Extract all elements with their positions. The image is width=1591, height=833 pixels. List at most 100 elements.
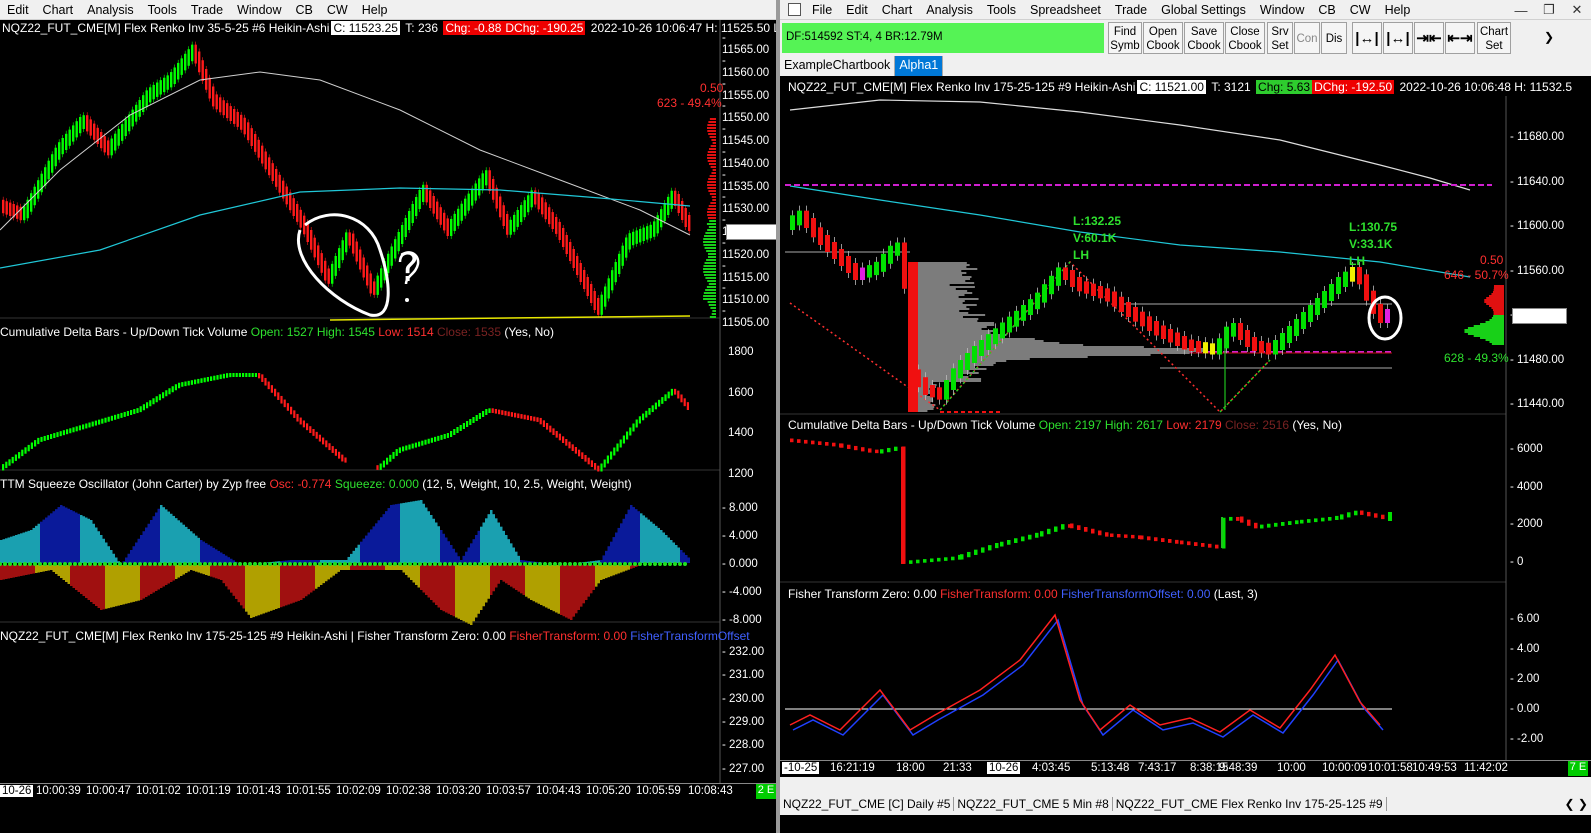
- delta-bar: [1117, 534, 1121, 537]
- time-tick-label: 10-26: [987, 762, 1020, 774]
- delta-bar: [95, 421, 97, 426]
- squeeze-histogram-bar: [660, 530, 663, 563]
- tabs-scroll-icon[interactable]: ❮ ❯: [1562, 797, 1591, 811]
- squeeze-dot: [288, 562, 292, 566]
- axis-tick-label: - 11560.00: [722, 55, 776, 79]
- axis-tick-label: - 11535.00: [722, 169, 776, 193]
- squeeze-dot: [223, 562, 227, 566]
- left-time-axis[interactable]: 10-26 10:00:39 10:00:47 10:01:02 10:01:19 10:…: [0, 783, 776, 800]
- delta-bar: [293, 410, 295, 418]
- squeeze-histogram-bar: [485, 518, 488, 563]
- time-tick-label: 18:00: [896, 762, 925, 774]
- squeeze-histogram-bar: [505, 565, 508, 583]
- squeeze-histogram-bar: [278, 565, 281, 608]
- squeeze-dot: [243, 562, 247, 566]
- delta-bar: [242, 373, 244, 377]
- renko-bar: [380, 268, 382, 287]
- delta-bar: [338, 452, 340, 459]
- volume-profile-bar: [710, 136, 716, 138]
- squeeze-dot: [73, 562, 77, 566]
- delta-bar: [133, 409, 135, 414]
- squeeze-histogram-bar: [530, 565, 533, 600]
- candle: [1000, 323, 1005, 339]
- volume-profile-bar: [908, 322, 994, 324]
- delta-bar: [1208, 544, 1212, 548]
- squeeze-histogram-bar: [78, 514, 81, 563]
- axis-tick-label: - 4.00: [1510, 643, 1539, 655]
- squeeze-histogram-bar: [100, 565, 103, 610]
- delta-bar: [402, 446, 404, 451]
- squeeze-histogram-bar: [410, 565, 413, 580]
- delta-bar: [655, 403, 657, 410]
- delta-bar: [674, 389, 676, 395]
- right-time-axis[interactable]: -10-25 16:21:19 18:00 21:33 10-26 4:03:45 5:13…: [780, 760, 1591, 777]
- squeeze-histogram-bar: [433, 565, 436, 603]
- tab-daily-chart[interactable]: NQZ22_FUT_CME [C] Daily #5: [780, 797, 954, 811]
- candle: [1189, 340, 1194, 352]
- squeeze-histogram-bar: [213, 565, 216, 578]
- volume-profile-bar: [708, 178, 716, 180]
- pct-annotation-half: 0.50: [700, 81, 723, 95]
- horizontal-scrollbar[interactable]: [780, 777, 1591, 793]
- squeeze-dot: [208, 562, 212, 566]
- volume-profile-bar: [705, 289, 716, 291]
- delta-opts: (Yes, No): [1292, 418, 1342, 432]
- axis-tick-label: - 6000: [1510, 443, 1543, 455]
- squeeze-histogram-bar: [210, 565, 213, 577]
- squeeze-histogram-bar: [318, 565, 321, 587]
- squeeze-dot: [3, 562, 7, 566]
- volume-profile-bar: [703, 244, 716, 246]
- squeeze-histogram-bar: [143, 531, 146, 563]
- squeeze-histogram-bar: [455, 553, 458, 564]
- squeeze-histogram-bar: [18, 534, 21, 563]
- squeeze-dot: [298, 562, 302, 566]
- squeeze-histogram-bar: [68, 565, 71, 584]
- squeeze-histogram-bar: [33, 528, 36, 563]
- tab-renko-chart[interactable]: NQZ22_FUT_CME Flex Renko Inv 175-25-125 …: [1113, 797, 1387, 811]
- candle: [888, 246, 893, 264]
- squeeze-histogram-bar: [205, 543, 208, 563]
- delta-bar: [604, 460, 606, 468]
- delta-bar: [143, 404, 145, 410]
- squeeze-histogram-bar: [140, 535, 143, 563]
- delta-bar: [607, 456, 609, 464]
- candle: [930, 385, 935, 397]
- squeeze-histogram-bar: [43, 520, 46, 563]
- delta-bar: [50, 434, 52, 439]
- left-corner-badge[interactable]: 2 E: [756, 784, 776, 799]
- squeeze-dot: [263, 562, 267, 566]
- right-chart-canvas[interactable]: [780, 0, 1591, 833]
- axis-tick-label: - 11550.00: [722, 100, 776, 124]
- tab-5min-chart[interactable]: NQZ22_FUT_CME 5 Min #8: [954, 797, 1112, 811]
- right-corner-badge[interactable]: 7 E: [1568, 761, 1588, 776]
- volume-profile-bar: [908, 360, 1006, 362]
- squeeze-histogram-bar: [180, 523, 183, 564]
- renko-bar: [356, 242, 358, 262]
- fisher-offset: FisherTransformOffset: [630, 629, 749, 643]
- left-chart-canvas[interactable]: [0, 0, 776, 833]
- delta-bar: [389, 455, 391, 462]
- delta-bar: [1274, 523, 1278, 527]
- renko-bar: [426, 185, 428, 203]
- squeeze-histogram-bar: [410, 502, 413, 563]
- hand-drawn-circle: [298, 215, 388, 316]
- renko-bar: [548, 207, 550, 224]
- volume-profile-bar: [1484, 301, 1504, 303]
- candle: [797, 211, 802, 226]
- delta-bar: [434, 437, 436, 442]
- time-tick-label: 10:00:09: [1322, 762, 1367, 774]
- squeeze-histogram-bar: [248, 565, 251, 615]
- pct-annotation-lower: 628 - 49.3%: [1444, 351, 1509, 365]
- delta-bar: [616, 444, 618, 452]
- squeeze-dot: [503, 562, 507, 566]
- volume-profile-bar: [1493, 315, 1504, 317]
- squeeze-histogram-bar: [313, 565, 316, 591]
- candle: [1021, 305, 1026, 321]
- axis-tick-label: - 2.00: [1510, 673, 1539, 685]
- time-tick-label: 10:03:57: [486, 785, 531, 797]
- delta-bar: [684, 398, 686, 406]
- volume-profile-bar: [1494, 287, 1504, 289]
- delta-bar: [79, 425, 81, 430]
- volume-profile-bar: [1492, 343, 1504, 345]
- right-chart-window: File Edit Chart Analysis Tools Spreadshe…: [780, 0, 1591, 833]
